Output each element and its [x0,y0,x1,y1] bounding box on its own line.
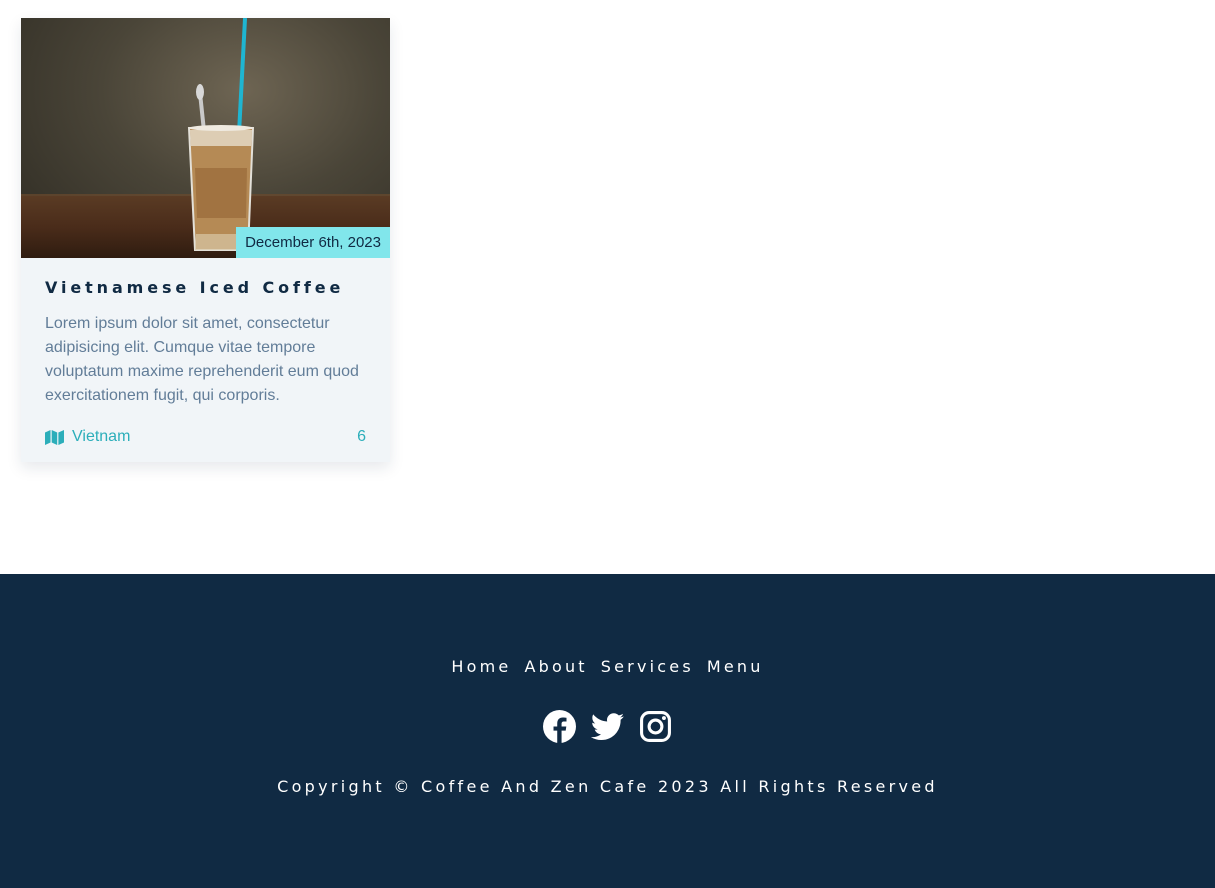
instagram-icon[interactable] [639,710,672,743]
social-icons [0,710,1215,743]
card-title: Vietnamese Iced Coffee [45,278,345,297]
tour-card: December 6th, 2023 Vietnamese Iced Coffe… [21,18,390,462]
facebook-icon[interactable] [543,710,576,743]
tour-image: December 6th, 2023 [21,18,390,258]
site-footer: Home About Services Menu Copyright © Cof… [0,574,1215,888]
card-count: 6 [357,428,366,445]
card-description: Lorem ipsum dolor sit amet, consectetur … [45,315,359,404]
card-footer: Vietnam 6 [45,428,366,446]
copyright-text: Copyright © Coffee And Zen Cafe 2023 All… [277,777,938,796]
footer-nav: Home About Services Menu [0,657,1215,676]
footer-link-menu[interactable]: Menu [707,657,764,676]
footer-link-about[interactable]: About [524,657,587,676]
footer-link-services[interactable]: Services [601,657,694,676]
date-badge: December 6th, 2023 [236,227,390,258]
iced-coffee-illustration [187,18,255,251]
map-icon [45,429,64,445]
card-body: Vietnamese Iced Coffee Lorem ipsum dolor… [21,258,390,446]
twitter-icon[interactable] [590,710,624,743]
location: Vietnam [45,428,130,446]
footer-link-home[interactable]: Home [451,657,511,676]
location-label: Vietnam [72,428,131,445]
